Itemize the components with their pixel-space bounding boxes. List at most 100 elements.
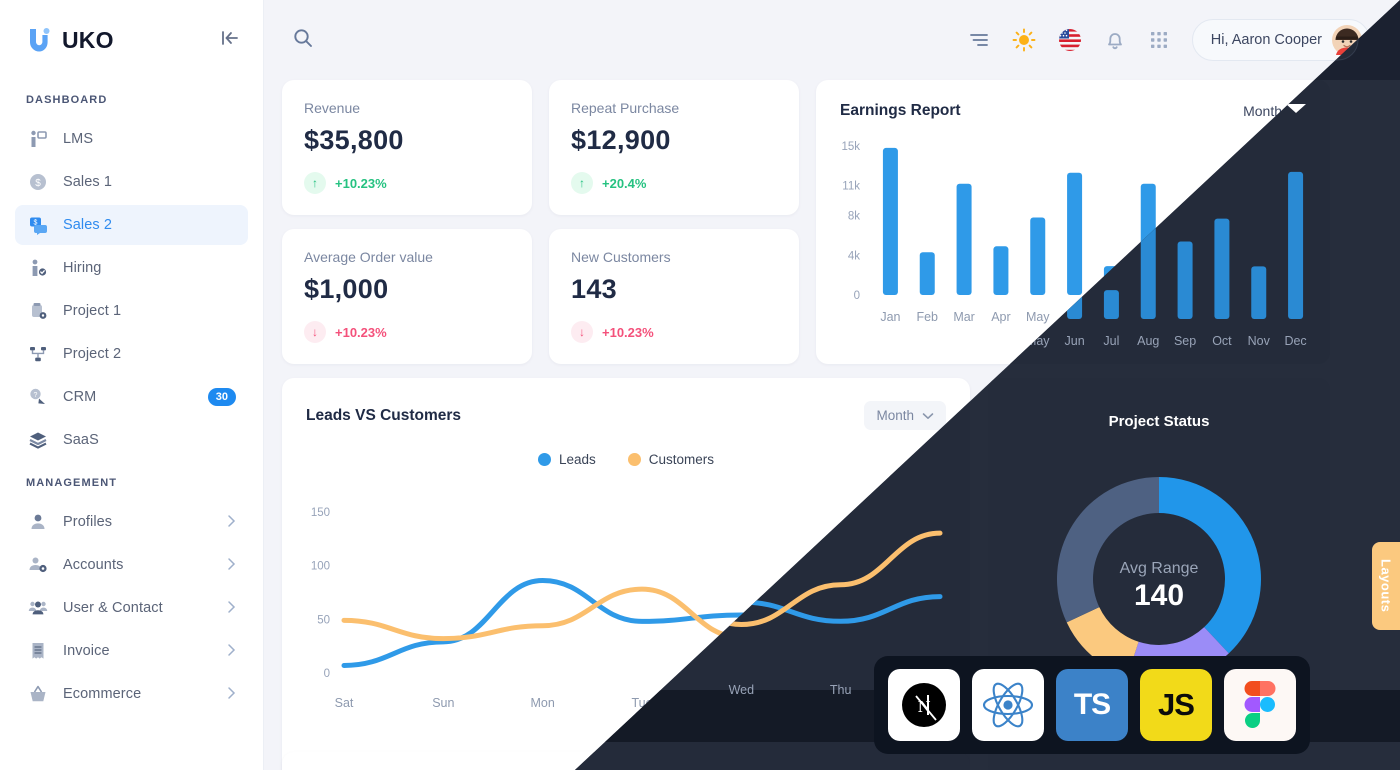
stat-card-new-customers: New Customers 143 ↓ +10.23% (549, 229, 799, 364)
page-title-project-status: Project Status (1107, 398, 1211, 415)
sidebar-item-label: LMS (63, 131, 94, 147)
stat-value: $12,900 (571, 125, 671, 155)
sidebar-item-sales-1[interactable]: $ Sales 1 (15, 162, 248, 202)
svg-text:$: $ (35, 178, 41, 189)
hiring-person-icon (27, 257, 49, 279)
stat-delta-value: +20.4% (602, 175, 647, 191)
react-logo-icon[interactable] (972, 669, 1044, 741)
users-group-icon (27, 597, 49, 619)
sidebar-item-saas[interactable]: SaaS (15, 420, 248, 460)
brand-name: UKO (62, 26, 114, 53)
filter-lines-icon[interactable] (968, 29, 990, 51)
stat-card-average-order-value: Average Order value $1,000 ↓ +10.23% (282, 229, 532, 364)
svg-text:Aug: Aug (1137, 310, 1159, 324)
stat-title: Repeat Purchase (571, 100, 680, 116)
leads-vs-customers-panel: Leads VS Customers Month Leads Customers (282, 378, 970, 770)
grid-apps-icon[interactable] (1148, 29, 1170, 51)
stat-card-revenue: Revenue $35,800 ↑ +10.23% (282, 80, 532, 215)
legend-dot-leads (537, 453, 551, 466)
svg-text:8k: 8k (848, 211, 860, 223)
dollar-badge-icon: $ (27, 171, 49, 193)
sitemap-icon (27, 343, 49, 365)
svg-text:0: 0 (854, 290, 860, 302)
svg-text:140: 140 (1134, 556, 1184, 589)
usa-flag-icon[interactable] (1058, 28, 1082, 52)
invoice-receipt-icon (27, 640, 49, 662)
bell-notification-icon[interactable] (1104, 29, 1126, 51)
account-gear-icon (27, 554, 49, 576)
layouts-tab-label: Layouts (1378, 559, 1394, 613)
chevron-right-icon (227, 643, 236, 660)
svg-text:Avg Range: Avg Range (1120, 537, 1199, 554)
user-greeting: Hi, Aaron Cooper (1210, 32, 1322, 48)
stat-value: $35,800 (304, 125, 404, 155)
svg-text:Mar: Mar (953, 310, 975, 324)
sidebar-item-project-2[interactable]: Project 2 (15, 334, 248, 374)
topbar: Hi, Aaron Cooper (264, 0, 1400, 80)
leads-period-dropdown[interactable]: Month (864, 401, 946, 430)
svg-text:Tue: Tue (631, 696, 652, 710)
sidebar-item-label: Project 2 (63, 346, 122, 362)
dropdown-label: Month (876, 408, 914, 423)
stat-title: Average Order value (304, 249, 433, 265)
collapse-sidebar-icon[interactable] (219, 27, 241, 54)
nextjs-logo-icon[interactable]: N (888, 669, 960, 741)
legend-item-leads[interactable]: Leads (537, 452, 596, 467)
chevron-down-icon (922, 408, 934, 423)
stat-delta-value: +10.23% (335, 324, 387, 340)
legend-label: Leads (558, 452, 596, 467)
sidebar-item-accounts[interactable]: Accounts (15, 545, 248, 585)
javascript-logo-icon[interactable]: JS (1140, 669, 1212, 741)
svg-text:May: May (1026, 310, 1050, 324)
svg-text:Sep: Sep (1174, 310, 1196, 324)
stat-value: 143 (571, 274, 617, 304)
project-box-icon (27, 300, 49, 322)
sidebar-item-project-1[interactable]: Project 1 (15, 291, 248, 331)
sidebar-item-sales-2[interactable]: $ Sales 2 (15, 205, 248, 245)
lms-icon (27, 128, 49, 150)
sidebar-item-invoice[interactable]: Invoice (15, 631, 248, 671)
earnings-period-dropdown[interactable]: Month (1243, 103, 1306, 119)
sidebar-item-label: Project 1 (63, 303, 122, 319)
typescript-label: TS (1073, 688, 1111, 721)
sidebar-item-label: Hiring (63, 260, 102, 276)
svg-text:15k: 15k (841, 141, 860, 153)
sidebar-item-user-contact[interactable]: User & Contact (15, 588, 248, 628)
bottom-partial-card (282, 752, 970, 770)
sidebar-item-crm[interactable]: ? CRM 30 (15, 377, 248, 417)
layouts-tab[interactable]: Layouts (1372, 542, 1400, 630)
sidebar-item-hiring[interactable]: Hiring (15, 248, 248, 288)
sun-theme-icon[interactable] (1012, 28, 1036, 52)
layers-icon (27, 429, 49, 451)
svg-text:Jan: Jan (880, 310, 900, 324)
user-menu[interactable]: Hi, Aaron Cooper (1191, 19, 1370, 61)
sidebar-item-ecommerce[interactable]: Ecommerce (15, 674, 248, 714)
brand[interactable]: UKO (26, 26, 114, 54)
figma-logo-icon[interactable] (1224, 669, 1296, 741)
search-icon[interactable] (292, 27, 314, 54)
stat-delta-value: +10.23% (335, 175, 387, 191)
svg-text:Jul: Jul (1103, 310, 1119, 324)
svg-text:Mon: Mon (531, 696, 555, 710)
legend-dot-customers (627, 453, 641, 466)
typescript-logo-icon[interactable]: TS (1056, 669, 1128, 741)
legend-item-customers[interactable]: Customers (627, 452, 714, 467)
svg-text:Wed: Wed (729, 696, 755, 710)
sidebar-item-label: Ecommerce (63, 686, 142, 702)
sidebar-item-lms[interactable]: LMS (15, 119, 248, 159)
chevron-right-icon (227, 600, 236, 617)
sales-chat-icon: $ (27, 214, 49, 236)
sidebar-item-label: User & Contact (63, 600, 163, 616)
crm-chat-icon: ? (27, 386, 49, 408)
leads-legend: Leads Customers (282, 452, 970, 467)
chevron-right-icon (227, 557, 236, 574)
svg-text:Oct: Oct (1212, 310, 1232, 324)
stat-delta: ↓ +10.23% (571, 321, 777, 343)
svg-text:Apr: Apr (991, 310, 1010, 324)
leads-line-chart: 050100150SatSunMonTueWedThuFri (311, 507, 947, 710)
user-avatar[interactable] (1332, 25, 1363, 56)
sidebar-item-profiles[interactable]: Profiles (15, 502, 248, 542)
app-root: UKO DASHBOARD LMS $ Sales 1 $ Sales 2 Hi… (0, 0, 1400, 770)
caret-down-icon (1292, 103, 1306, 119)
earnings-report-panel: Earnings Report Month 0 4k 8k 11k 15k Jan Feb M… (816, 80, 1330, 364)
